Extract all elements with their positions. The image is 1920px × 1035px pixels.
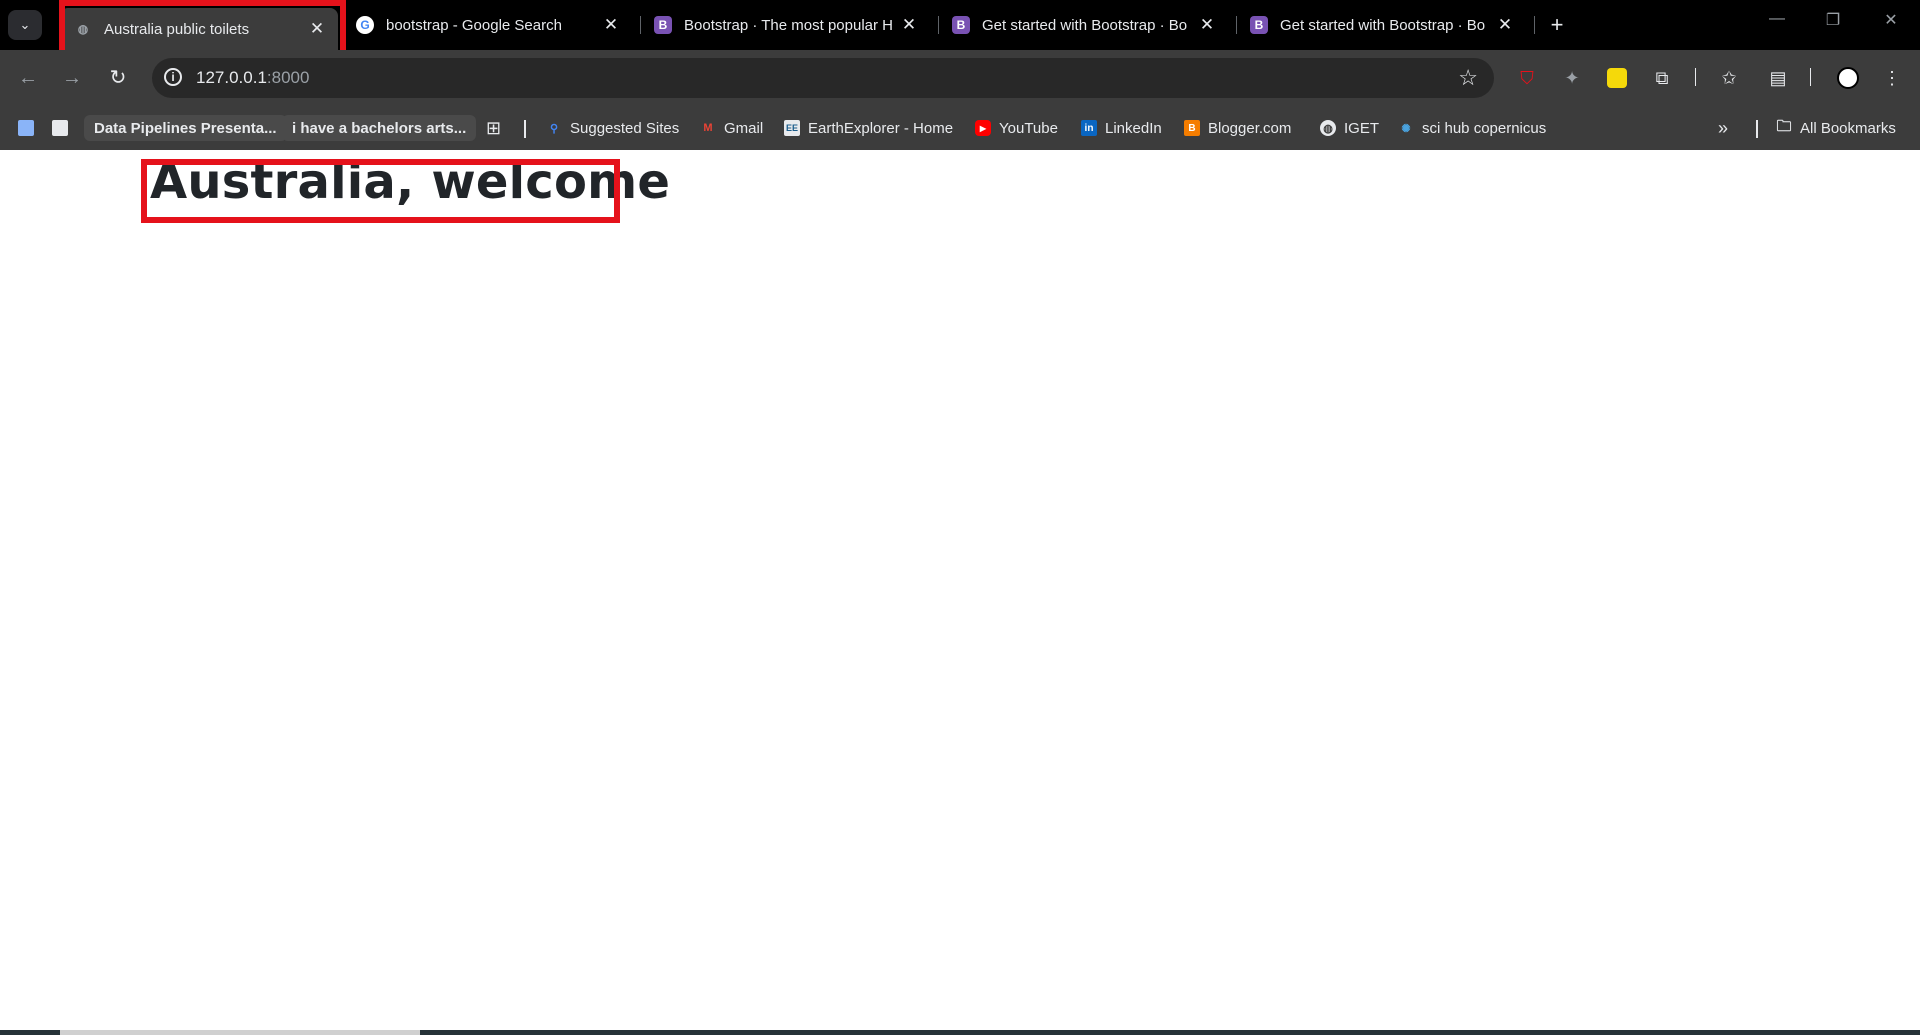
navigation-toolbar: ← → ↻ i 127.0.0.1:8000 ☆ ⛉ ✦ ⧉ ✩ ▤ ⋮ [0,50,1920,106]
toolbar-separator [1695,68,1696,86]
bookmark-label: i have a bachelors arts... [292,119,467,137]
profile-avatar[interactable] [1836,66,1860,90]
forward-button[interactable]: → [58,64,86,92]
bookmark-gmail[interactable]: M Gmail [700,115,763,141]
bookmark-separator [1756,120,1758,138]
close-icon[interactable]: ✕ [600,15,622,35]
tab-search-button[interactable]: ⌄ [8,10,42,40]
tab-title: Get started with Bootstrap · Bo [1280,16,1486,34]
tab-separator [1534,16,1535,34]
bookmark-sci-hub[interactable]: ✺ sci hub copernicus [1398,115,1546,141]
minimize-button[interactable]: — [1757,10,1797,28]
restore-button[interactable]: ❐ [1813,10,1853,30]
shield-icon[interactable]: ⛉ [1515,66,1539,90]
bookmark-earthexplorer[interactable]: EE EarthExplorer - Home [784,115,953,141]
restore-icon: ❐ [1825,12,1841,29]
tab-title: bootstrap - Google Search [386,16,562,34]
arrow-right-icon: → [62,67,82,89]
apps-grid-icon[interactable]: ⊞ [486,115,501,141]
copernicus-icon: ✺ [1401,122,1411,135]
blogger-icon: B [1184,120,1200,136]
close-icon: ✕ [1884,12,1898,29]
bookmark-label: LinkedIn [1105,119,1162,137]
search-icon: ⚲ [549,122,559,135]
bookmark-data-pipelines[interactable]: Data Pipelines Presenta... [84,115,287,141]
bookmark-apps-1[interactable] [18,115,42,141]
chevron-down-icon: ⌄ [19,17,31,32]
close-icon[interactable]: ✕ [898,15,920,35]
folder-icon: 🗀 [1776,117,1792,135]
back-button[interactable]: ← [14,64,42,92]
all-bookmarks-label: All Bookmarks [1800,119,1896,137]
doc-icon [52,120,68,136]
address-url[interactable]: 127.0.0.1:8000 [196,68,309,88]
address-host: 127.0.0.1 [196,68,267,87]
address-port: :8000 [266,68,310,87]
bookmark-apps-2[interactable] [52,115,76,141]
bootstrap-icon: B [654,16,672,34]
more-bookmarks-icon[interactable]: » [1718,115,1728,141]
info-icon[interactable]: i [164,68,182,86]
bookmark-blogger[interactable]: B Blogger.com [1184,115,1291,141]
page-content: Australia, welcome [0,150,1920,1030]
linkedin-icon: in [1081,120,1097,136]
bookmark-label: IGET [1344,119,1380,137]
puzzle-extension-icon[interactable]: ✦ [1560,66,1584,90]
bootstrap-icon: B [952,16,970,34]
toolbar-separator [1810,68,1811,86]
earthexplorer-icon: EE [784,120,800,136]
bookmark-separator [524,120,526,138]
tab-bootstrap-most-popular[interactable]: B Bootstrap · The most popular H ✕ [640,8,930,42]
address-bar[interactable]: i 127.0.0.1:8000 ☆ [152,58,1494,98]
all-bookmarks-button[interactable]: 🗀 All Bookmarks [1776,115,1896,141]
menu-icon[interactable]: ⋮ [1880,66,1904,90]
taskbar-edge [0,1030,1920,1035]
doc-icon [18,120,34,136]
extension-yellow-icon[interactable] [1605,66,1629,90]
google-icon: G [356,16,374,34]
bookmark-iget[interactable]: ◍ IGET [1320,115,1379,141]
bookmark-linkedin[interactable]: in LinkedIn [1081,115,1162,141]
arrow-left-icon: ← [18,67,38,89]
gmail-icon: M [703,122,713,134]
bookmark-star-icon[interactable]: ☆ [1458,65,1478,91]
globe-icon: ◍ [1320,120,1336,136]
plus-icon: + [1550,12,1564,37]
new-tab-button[interactable]: + [1542,12,1572,38]
bookmark-label: sci hub copernicus [1422,119,1547,137]
tab-bootstrap-google-search[interactable]: G bootstrap - Google Search ✕ [342,8,632,42]
bookmark-youtube[interactable]: ▶ YouTube [975,115,1058,141]
bookmarks-star-icon[interactable]: ✩ [1717,66,1741,90]
bookmark-label: Gmail [724,119,764,137]
bookmarks-bar: Data Pipelines Presenta... i have a bach… [0,106,1920,150]
reload-icon: ↻ [109,67,127,89]
taskbar-segment [60,1030,420,1035]
extensions-icon[interactable]: ⧉ [1650,66,1674,90]
tab-title: Get started with Bootstrap · Bo [982,16,1188,34]
bookmark-label: EarthExplorer - Home [808,119,954,137]
bookmark-label: Data Pipelines Presenta... [94,119,277,137]
heading-highlight [141,159,620,223]
bookmark-suggested-sites[interactable]: ⚲ Suggested Sites [546,115,679,141]
bootstrap-icon: B [1250,16,1268,34]
reload-button[interactable]: ↻ [104,64,132,92]
bookmark-label: YouTube [999,119,1058,137]
bookmark-label: Blogger.com [1208,119,1292,137]
bookmark-label: Suggested Sites [570,119,680,137]
tab-get-started-bootstrap-1[interactable]: B Get started with Bootstrap · Bo ✕ [938,8,1228,42]
close-icon[interactable]: ✕ [1196,15,1218,35]
youtube-icon: ▶ [975,120,991,136]
close-icon[interactable]: ✕ [1494,15,1516,35]
bookmark-bachelors-arts[interactable]: i have a bachelors arts... [282,115,477,141]
minimize-icon: — [1769,10,1785,27]
reading-list-icon[interactable]: ▤ [1766,66,1790,90]
close-window-button[interactable]: ✕ [1871,10,1911,30]
tab-title: Bootstrap · The most popular H [684,16,893,34]
tab-get-started-bootstrap-2[interactable]: B Get started with Bootstrap · Bo ✕ [1236,8,1526,42]
